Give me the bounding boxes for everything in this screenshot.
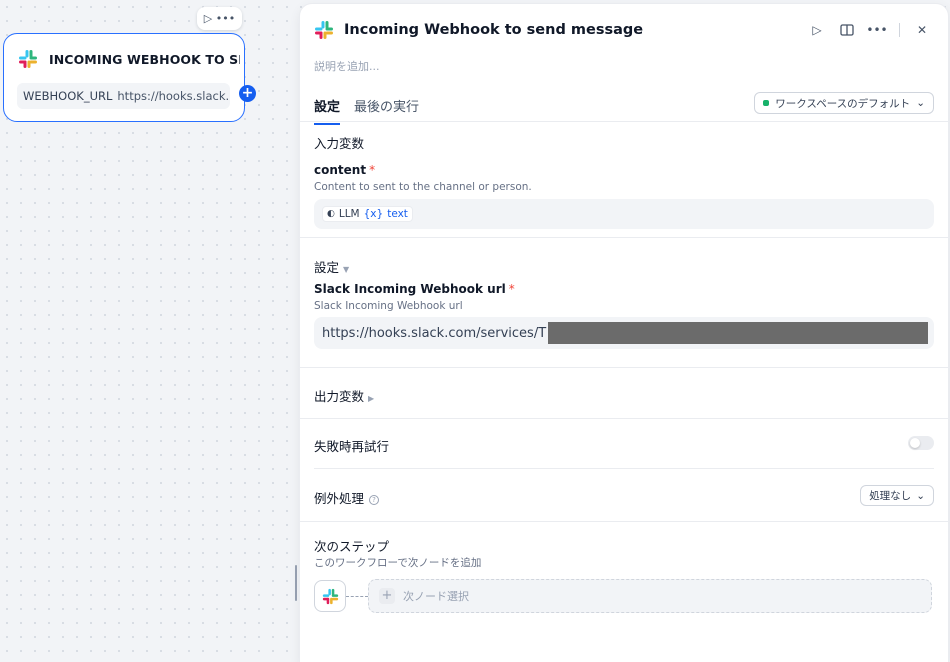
variable-prefix-icon: {x} <box>363 208 384 220</box>
exception-select-label: 処理なし <box>869 490 912 502</box>
output-vars-title: 出力変数 <box>314 389 365 404</box>
node-header: INCOMING WEBHOOK TO SEN <box>18 49 240 69</box>
content-input[interactable]: ◐ LLM {x} text <box>314 199 934 229</box>
split-view-icon[interactable] <box>839 22 855 38</box>
divider <box>300 237 948 238</box>
exception-title: 例外処理 <box>314 491 365 506</box>
node-variable: WEBHOOK_URL https://hooks.slack.... <box>17 83 230 109</box>
exception-select[interactable]: 処理なし ⌄ <box>860 485 934 506</box>
url-field-label: Slack Incoming Webhook url * <box>314 282 515 296</box>
workspace-select-label: ワークスペースのデフォルト <box>775 97 911 110</box>
divider <box>300 121 948 122</box>
run-icon[interactable]: ▷ <box>809 22 825 38</box>
node-variable-value: https://hooks.slack.... <box>117 89 230 103</box>
required-mark: * <box>369 163 376 177</box>
url-input-value: https://hooks.slack.com/services/T <box>322 317 929 349</box>
redacted-block <box>548 322 929 344</box>
url-input[interactable]: https://hooks.slack.com/services/T <box>314 317 934 349</box>
description-input[interactable]: 説明を追加... <box>314 58 380 74</box>
url-field-help: Slack Incoming Webhook url <box>314 300 463 312</box>
variable-source: LLM <box>338 208 360 220</box>
retry-title: 失敗時再試行 <box>314 439 390 454</box>
chevron-down-icon: ⌄ <box>916 489 925 502</box>
workspace-select[interactable]: ワークスペースのデフォルト ⌄ <box>754 92 934 114</box>
required-mark: * <box>508 282 515 296</box>
content-field-label: content * <box>314 163 375 177</box>
divider <box>300 521 948 522</box>
variable-chip[interactable]: ◐ LLM {x} text <box>322 206 413 222</box>
status-dot-icon <box>763 100 770 106</box>
caret-down-icon: ▼ <box>343 265 350 274</box>
more-icon[interactable]: ••• <box>866 22 887 38</box>
next-node-select-label: 次ノード選択 <box>403 590 469 603</box>
slack-logo-icon <box>322 588 338 604</box>
plus-icon: + <box>379 588 395 604</box>
node-variable-key: WEBHOOK_URL <box>23 89 113 103</box>
settings-title: 設定 <box>314 260 340 275</box>
panel-header: Incoming Webhook to send message <box>314 20 643 40</box>
url-value-text: https://hooks.slack.com/services/T <box>322 325 547 341</box>
more-icon[interactable]: ••• <box>216 12 235 25</box>
exception-title-row: 例外処理? <box>314 488 380 507</box>
add-node-button[interactable]: + <box>239 85 256 102</box>
slack-logo-icon <box>315 21 333 39</box>
current-node-icon <box>314 580 346 612</box>
divider <box>899 23 900 37</box>
node-title: INCOMING WEBHOOK TO SEN <box>49 51 240 67</box>
input-vars-title: 入力変数 <box>314 136 365 151</box>
workflow-node[interactable]: INCOMING WEBHOOK TO SEN WEBHOOK_URL http… <box>3 33 256 122</box>
next-step-row: + 次ノード選択 <box>314 579 932 613</box>
llm-icon: ◐ <box>327 209 335 219</box>
caret-right-icon: ▶ <box>368 394 375 403</box>
node-toolbar: ▷ ••• <box>197 7 242 30</box>
retry-toggle[interactable] <box>908 436 934 450</box>
next-step-help: このワークフローで次ノードを追加 <box>314 557 482 569</box>
output-vars-toggle[interactable]: 出力変数 ▶ <box>314 386 374 405</box>
divider <box>314 468 934 469</box>
slack-logo-icon <box>19 50 37 68</box>
connector-line <box>346 595 368 597</box>
chevron-down-icon: ⌄ <box>916 97 925 109</box>
panel-resize-handle[interactable] <box>295 565 297 601</box>
run-icon[interactable]: ▷ <box>204 12 212 25</box>
divider <box>300 367 948 368</box>
panel-actions: ▷ ••• ✕ <box>809 22 930 38</box>
next-step-title: 次のステップ <box>314 539 390 554</box>
variable-name: text <box>387 208 408 220</box>
next-node-select[interactable]: + 次ノード選択 <box>368 579 932 613</box>
help-icon[interactable]: ? <box>369 494 380 505</box>
node-settings-panel: Incoming Webhook to send message ▷ ••• ✕… <box>300 4 948 662</box>
content-label-text: content <box>314 163 367 177</box>
url-label-text: Slack Incoming Webhook url <box>314 282 506 296</box>
divider <box>300 418 948 419</box>
panel-title[interactable]: Incoming Webhook to send message <box>344 22 643 38</box>
content-field-help: Content to sent to the channel or person… <box>314 181 532 193</box>
close-icon[interactable]: ✕ <box>914 22 930 38</box>
settings-section-toggle[interactable]: 設定 ▼ <box>314 257 349 276</box>
